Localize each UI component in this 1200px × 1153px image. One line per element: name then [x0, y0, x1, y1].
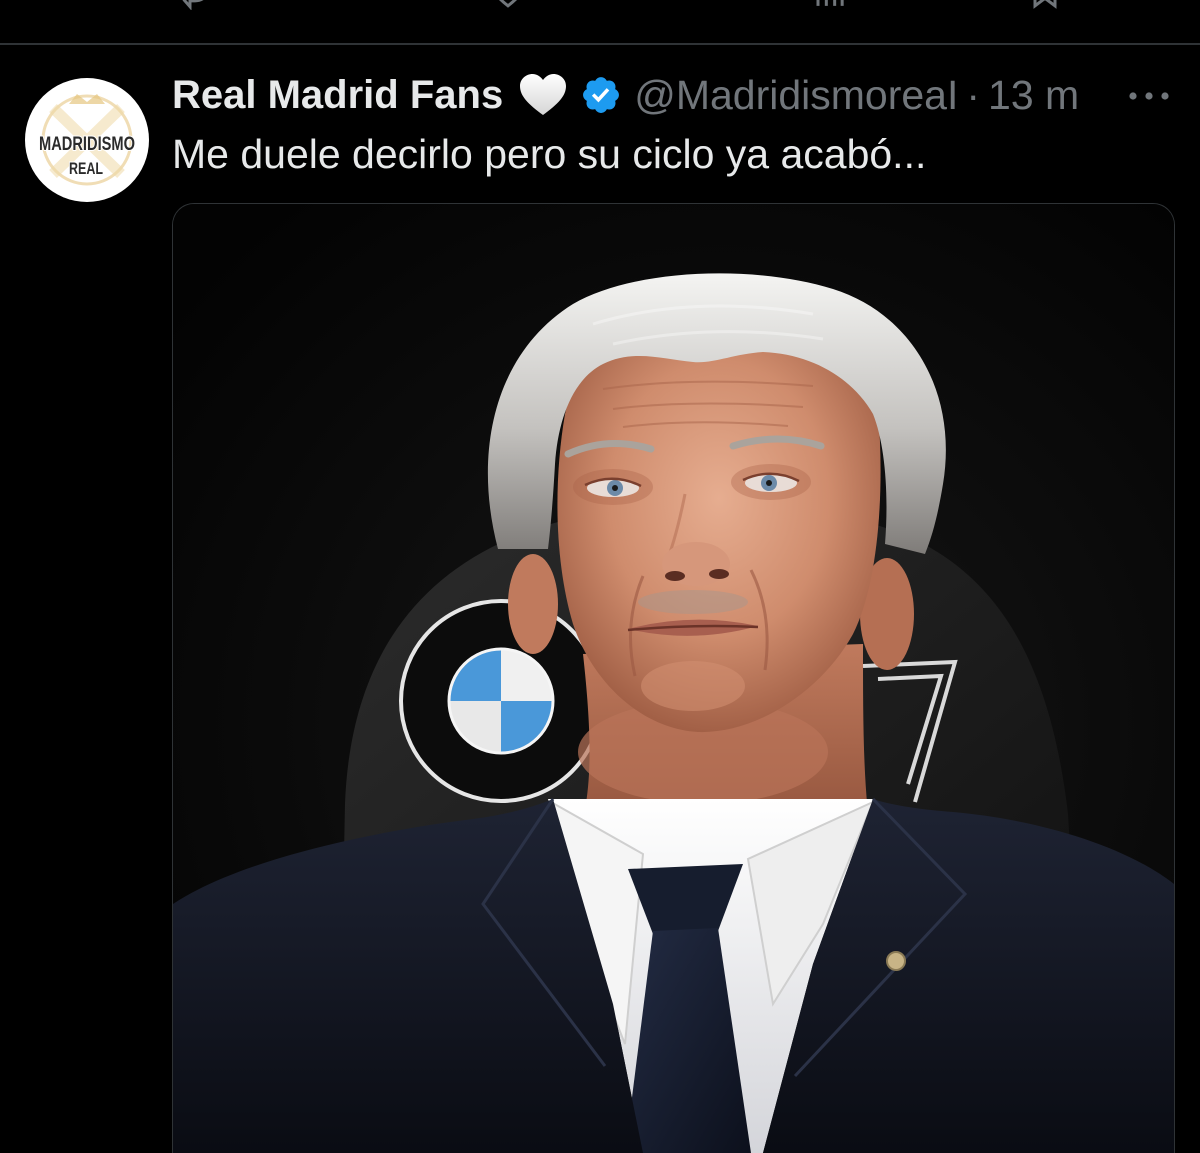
post-divider: [0, 43, 1200, 45]
seat-logo: [399, 599, 603, 803]
post-text: Me duele decirlo pero su ciclo ya acabó.…: [172, 131, 927, 177]
post-time[interactable]: 13 m: [988, 72, 1079, 118]
right-eye: [731, 464, 811, 500]
like-icon[interactable]: [488, 0, 528, 10]
reply-icon[interactable]: [175, 0, 215, 10]
madridismo-real-logo: MADRIDISMO REAL: [38, 94, 136, 186]
left-ear: [508, 554, 558, 654]
previous-post-action-bar: [0, 0, 1200, 12]
post-photo: [173, 204, 1174, 1153]
post-media[interactable]: [172, 203, 1175, 1153]
more-icon[interactable]: [1128, 88, 1170, 104]
left-eye: [573, 469, 653, 505]
avatar-logo-text-bottom: REAL: [69, 159, 103, 178]
author-name[interactable]: Real Madrid Fans: [172, 72, 503, 118]
post-header: Real Madrid Fans @MadridismoreaI · 13 m: [172, 72, 1079, 118]
avatar-logo-text-top: MADRIDISMO: [39, 134, 135, 155]
bookmark-icon[interactable]: [1025, 0, 1065, 10]
views-icon[interactable]: [808, 0, 848, 10]
white-heart-icon: [520, 74, 567, 115]
lapel-pin: [886, 951, 906, 971]
separator-dot: ·: [966, 72, 981, 118]
author-handle[interactable]: @MadridismoreaI: [634, 72, 958, 118]
avatar[interactable]: MADRIDISMO REAL: [25, 78, 149, 202]
verified-badge-icon[interactable]: [580, 74, 622, 116]
